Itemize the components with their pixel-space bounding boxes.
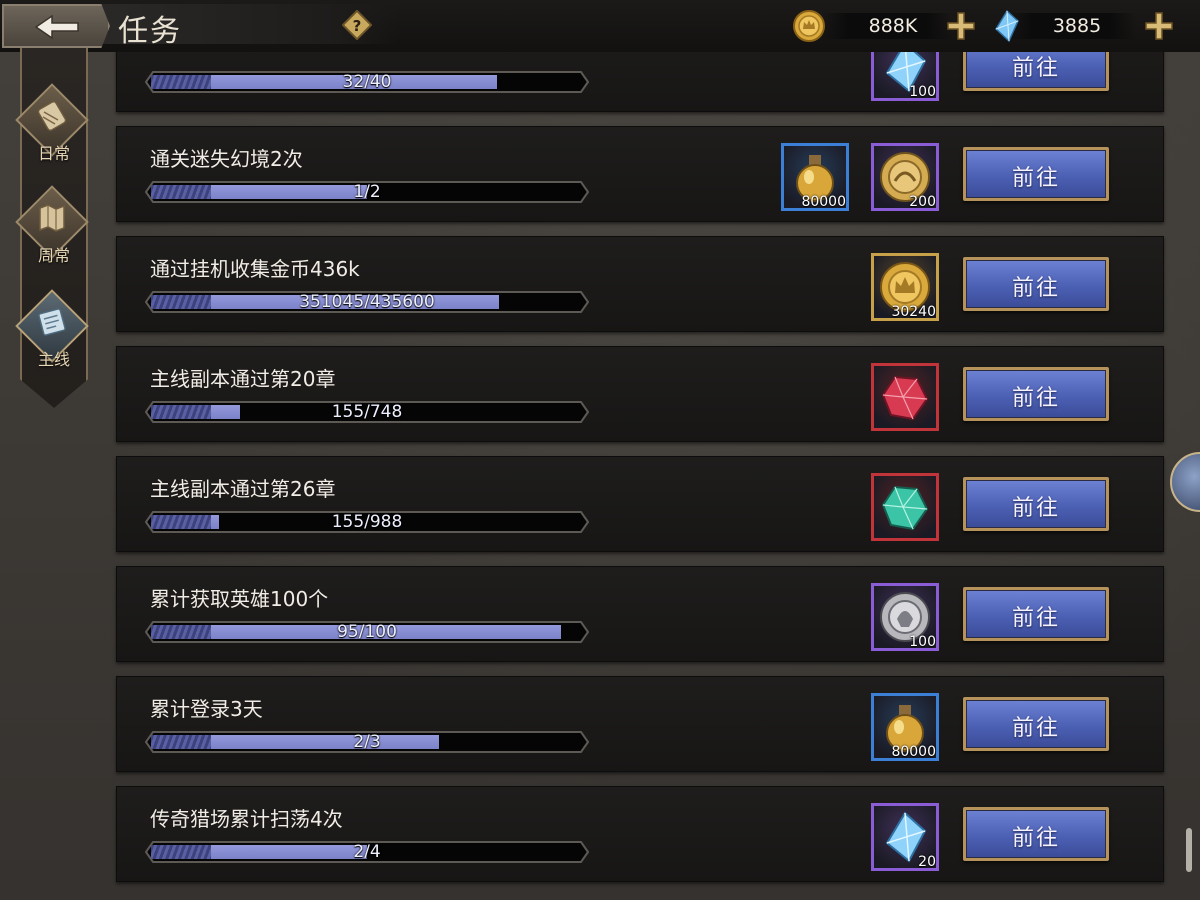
progress-bar: 351045/435600 bbox=[145, 291, 589, 313]
progress-text: 2/3 bbox=[353, 732, 381, 752]
help-button[interactable]: ? bbox=[341, 9, 373, 41]
crystal-currency: 3885 bbox=[994, 9, 1144, 43]
go-button-label: 前往 bbox=[1011, 386, 1060, 411]
tab-main-quest-label: 主线 bbox=[37, 350, 70, 369]
progress-bar: 1/2 bbox=[145, 181, 589, 203]
tab-daily-label: 日常 bbox=[37, 144, 70, 163]
quest-scroll-icon bbox=[38, 308, 66, 336]
top-bar: 任务 ? 888K 3885 bbox=[0, 0, 1200, 52]
reward-slot[interactable]: 80000 bbox=[871, 693, 939, 761]
progress-bar: 2/3 bbox=[145, 731, 589, 753]
blue-crystal-icon bbox=[995, 9, 1019, 43]
reward-quantity: 80000 bbox=[891, 744, 936, 760]
red-gem-icon bbox=[881, 375, 929, 421]
task-row: 累计获取英雄100个 95/100 100 前往 bbox=[116, 566, 1164, 662]
task-row: 累计登录3天 2/3 80000 前往 bbox=[116, 676, 1164, 772]
progress-text: 155/748 bbox=[331, 402, 403, 422]
reward-slot[interactable]: 30240 bbox=[871, 253, 939, 321]
progress-text: 155/988 bbox=[331, 512, 403, 532]
reward-quantity: 20 bbox=[918, 854, 936, 870]
task-title: 传奇猎场累计扫荡4次 bbox=[150, 807, 343, 831]
progress-bar: 155/988 bbox=[145, 511, 589, 533]
go-button[interactable]: 前往 bbox=[963, 587, 1109, 641]
progress-text: 32/40 bbox=[342, 72, 392, 92]
progress-text: 351045/435600 bbox=[299, 292, 435, 312]
go-button[interactable]: 前往 bbox=[963, 147, 1109, 201]
tab-weekly[interactable]: 周常 bbox=[12, 185, 92, 276]
go-button-label: 前往 bbox=[1011, 606, 1060, 631]
task-title: 主线副本通过第26章 bbox=[150, 477, 336, 501]
help-icon: ? bbox=[341, 9, 373, 41]
progress-bar: 155/748 bbox=[145, 401, 589, 423]
task-title: 累计登录3天 bbox=[150, 697, 263, 721]
reward-slot[interactable] bbox=[871, 363, 939, 431]
help-glyph: ? bbox=[353, 17, 362, 35]
go-button-label: 前往 bbox=[1011, 496, 1060, 521]
go-button[interactable]: 前往 bbox=[963, 697, 1109, 751]
task-title: 通过挂机收集金币436k bbox=[150, 257, 360, 281]
go-button[interactable]: 前往 bbox=[963, 807, 1109, 861]
go-button-label: 前往 bbox=[1011, 276, 1060, 301]
reward-slot[interactable] bbox=[871, 473, 939, 541]
go-button[interactable]: 前往 bbox=[963, 257, 1109, 311]
reward-quantity: 30240 bbox=[891, 304, 936, 320]
reward-quantity: 100 bbox=[909, 84, 936, 100]
task-row: 传奇猎场累计扫荡4次 2/4 20 前往 bbox=[116, 786, 1164, 882]
go-button-label: 前往 bbox=[1011, 56, 1060, 81]
task-row: 通关迷失幻境2次 1/2 80000 200 前往 bbox=[116, 126, 1164, 222]
task-row: 主线副本通过第26章 155/988 前往 bbox=[116, 456, 1164, 552]
map-scroll-icon bbox=[39, 204, 65, 232]
reward-quantity: 80000 bbox=[801, 194, 846, 210]
task-title: 主线副本通过第20章 bbox=[150, 367, 336, 391]
reward-slot[interactable]: 100 bbox=[871, 583, 939, 651]
progress-text: 95/100 bbox=[337, 622, 397, 642]
crystal-amount: 3885 bbox=[1052, 15, 1102, 37]
go-button[interactable]: 前往 bbox=[963, 477, 1109, 531]
back-arrow-icon bbox=[34, 14, 79, 40]
reward-slot[interactable]: 200 bbox=[871, 143, 939, 211]
reward-slot[interactable]: 80000 bbox=[781, 143, 849, 211]
page-title: 任务 bbox=[118, 14, 182, 49]
tab-daily[interactable]: 日常 bbox=[12, 83, 92, 174]
reward-slot[interactable]: 20 bbox=[871, 803, 939, 871]
task-title: 累计获取英雄100个 bbox=[150, 587, 329, 611]
tab-main-quest[interactable]: 主线 bbox=[12, 289, 92, 380]
go-button[interactable]: 前往 bbox=[963, 367, 1109, 421]
gold-coin-icon bbox=[793, 10, 825, 42]
progress-bar: 2/4 bbox=[145, 841, 589, 863]
progress-text: 1/2 bbox=[353, 182, 381, 202]
add-gold-button[interactable] bbox=[944, 9, 978, 43]
progress-text: 2/4 bbox=[353, 842, 381, 862]
go-button-label: 前往 bbox=[1011, 716, 1060, 741]
task-row: 通过挂机收集金币436k 351045/435600 30240 前往 bbox=[116, 236, 1164, 332]
progress-bar: 32/40 bbox=[145, 71, 589, 93]
go-button-label: 前往 bbox=[1011, 166, 1060, 191]
back-button[interactable] bbox=[2, 4, 110, 48]
go-button-label: 前往 bbox=[1011, 826, 1060, 851]
green-gem-icon bbox=[881, 485, 929, 531]
tab-weekly-label: 周常 bbox=[37, 246, 70, 265]
add-crystal-button[interactable] bbox=[1142, 9, 1176, 43]
progress-bar: 95/100 bbox=[145, 621, 589, 643]
task-title: 通关迷失幻境2次 bbox=[150, 147, 303, 171]
gold-amount: 888K bbox=[868, 15, 918, 37]
scrollbar-thumb[interactable] bbox=[1186, 828, 1192, 872]
reward-quantity: 100 bbox=[909, 634, 936, 650]
scroll-icon bbox=[37, 100, 67, 132]
reward-quantity: 200 bbox=[909, 194, 936, 210]
task-row: 主线副本通过第20章 155/748 前往 bbox=[116, 346, 1164, 442]
